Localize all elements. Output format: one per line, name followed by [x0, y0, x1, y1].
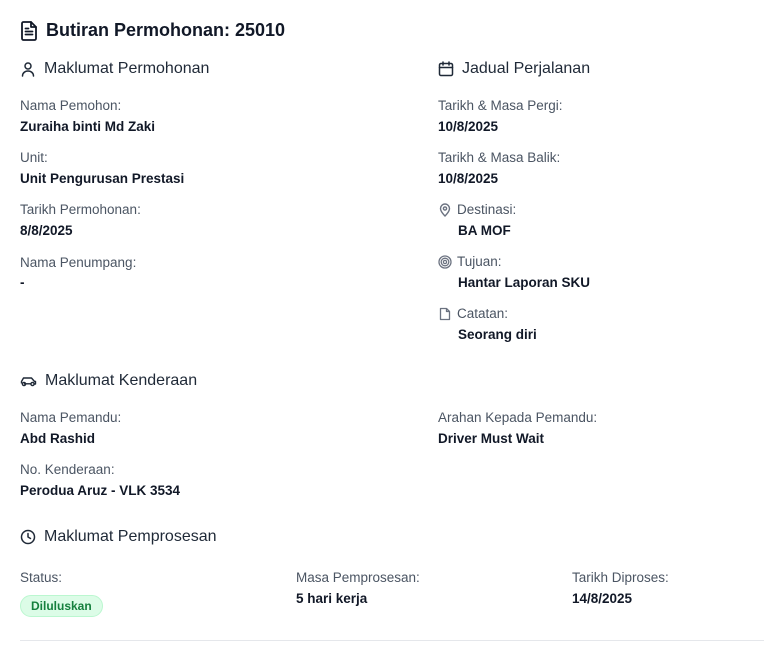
- clock-icon: [20, 529, 36, 545]
- vehicle-number-value: Perodua Aruz - VLK 3534: [20, 483, 181, 498]
- applicant-name-value: Zuraiha binti Md Zaki: [20, 119, 156, 134]
- file-icon: [438, 307, 452, 321]
- car-icon: [20, 374, 37, 388]
- application-date-value: 8/8/2025: [20, 223, 73, 238]
- notes-value: Seorang diri: [458, 327, 537, 342]
- field-label: Tarikh Diproses:: [572, 570, 669, 585]
- section-heading-applicant: Maklumat Permohonan: [20, 60, 209, 78]
- field-label: Tarikh & Masa Pergi:: [438, 98, 563, 113]
- field-label: Nama Pemohon:: [20, 98, 122, 113]
- page-title: Butiran Permohonan: 25010: [46, 20, 286, 40]
- driver-name-value: Abd Rashid: [20, 431, 96, 446]
- section-heading-processing: Maklumat Pemprosesan: [20, 528, 217, 546]
- field-label: Tarikh & Masa Balik:: [438, 150, 561, 165]
- user-icon: [20, 61, 36, 77]
- processing-duration-value: 5 hari kerja: [296, 591, 368, 606]
- divider: [20, 640, 764, 641]
- section-title: Jadual Perjalanan: [462, 60, 591, 77]
- section-title: Maklumat Permohonan: [44, 60, 210, 77]
- notes-label-row: Catatan:: [438, 306, 508, 321]
- processed-date-value: 14/8/2025: [572, 591, 633, 606]
- document-icon: [20, 20, 38, 41]
- field-label: Catatan:: [457, 306, 509, 321]
- destination-label-row: Destinasi:: [438, 202, 516, 217]
- field-label: Destinasi:: [457, 202, 517, 217]
- field-label: Unit:: [20, 150, 48, 165]
- departure-value: 10/8/2025: [438, 119, 499, 134]
- status-badge: Diluluskan: [20, 595, 103, 617]
- section-heading-schedule: Jadual Perjalanan: [438, 60, 590, 78]
- calendar-icon: [438, 61, 454, 77]
- unit-value: Unit Pengurusan Prestasi: [20, 171, 185, 186]
- field-label: No. Kenderaan:: [20, 462, 115, 477]
- purpose-value: Hantar Laporan SKU: [458, 275, 591, 290]
- section-title: Maklumat Pemprosesan: [44, 528, 217, 545]
- target-icon: [438, 254, 452, 269]
- section-title: Maklumat Kenderaan: [45, 372, 198, 389]
- field-label: Tarikh Permohonan:: [20, 202, 141, 217]
- field-label: Status:: [20, 570, 63, 585]
- purpose-label-row: Tujuan:: [438, 254, 502, 269]
- field-label: Masa Pemprosesan:: [296, 570, 420, 585]
- driver-instruction-value: Driver Must Wait: [438, 431, 545, 446]
- field-label: Arahan Kepada Pemandu:: [438, 410, 598, 425]
- field-label: Nama Pemandu:: [20, 410, 122, 425]
- field-label: Nama Penumpang:: [20, 255, 137, 270]
- field-label: Tujuan:: [457, 254, 502, 269]
- passenger-name-value: -: [20, 275, 25, 290]
- return-value: 10/8/2025: [438, 171, 499, 186]
- destination-value: BA MOF: [458, 223, 511, 238]
- page-title-row: Butiran Permohonan: 25010: [20, 20, 285, 41]
- map-pin-icon: [438, 202, 452, 217]
- section-heading-vehicle: Maklumat Kenderaan: [20, 372, 197, 390]
- status-badge-wrap: Diluluskan: [20, 595, 103, 617]
